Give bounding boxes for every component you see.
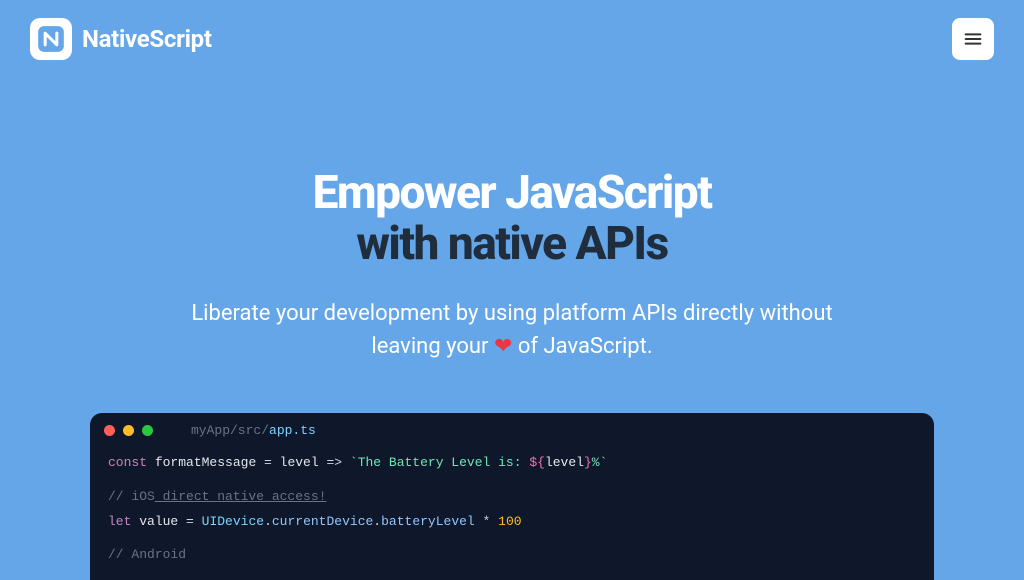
menu-button[interactable] — [952, 18, 994, 60]
headline-line-1: Empower JavaScript — [40, 168, 984, 219]
hero-headline: Empower JavaScript with native APIs — [40, 168, 984, 269]
window-minimize-dot — [123, 425, 134, 436]
file-path: myApp/src/app.ts — [191, 423, 316, 438]
code-window: myApp/src/app.ts const formatMessage = l… — [90, 413, 934, 579]
hero-section: Empower JavaScript with native APIs Libe… — [0, 78, 1024, 363]
code-body: const formatMessage = level => `The Batt… — [90, 444, 934, 579]
code-line-3: let value = UIDevice.currentDevice.batte… — [108, 509, 916, 534]
header: NativeScript — [0, 0, 1024, 78]
code-line-4: // Android — [108, 542, 916, 567]
brand-name: NativeScript — [82, 25, 212, 53]
file-path-name: app.ts — [269, 423, 316, 438]
file-path-dir: myApp/src/ — [191, 423, 269, 438]
subhead-after: of JavaScript. — [512, 334, 652, 359]
heart-icon: ❤ — [494, 330, 512, 363]
hero-subheading: Liberate your development by using platf… — [162, 297, 862, 363]
logo-icon — [30, 18, 72, 60]
headline-line-2: with native APIs — [40, 219, 984, 270]
code-line-1: const formatMessage = level => `The Batt… — [108, 450, 916, 475]
code-line-2: // iOS direct native access! — [108, 484, 916, 509]
window-close-dot — [104, 425, 115, 436]
code-titlebar: myApp/src/app.ts — [90, 413, 934, 444]
window-zoom-dot — [142, 425, 153, 436]
hamburger-icon — [962, 28, 984, 50]
brand-logo[interactable]: NativeScript — [30, 18, 212, 60]
